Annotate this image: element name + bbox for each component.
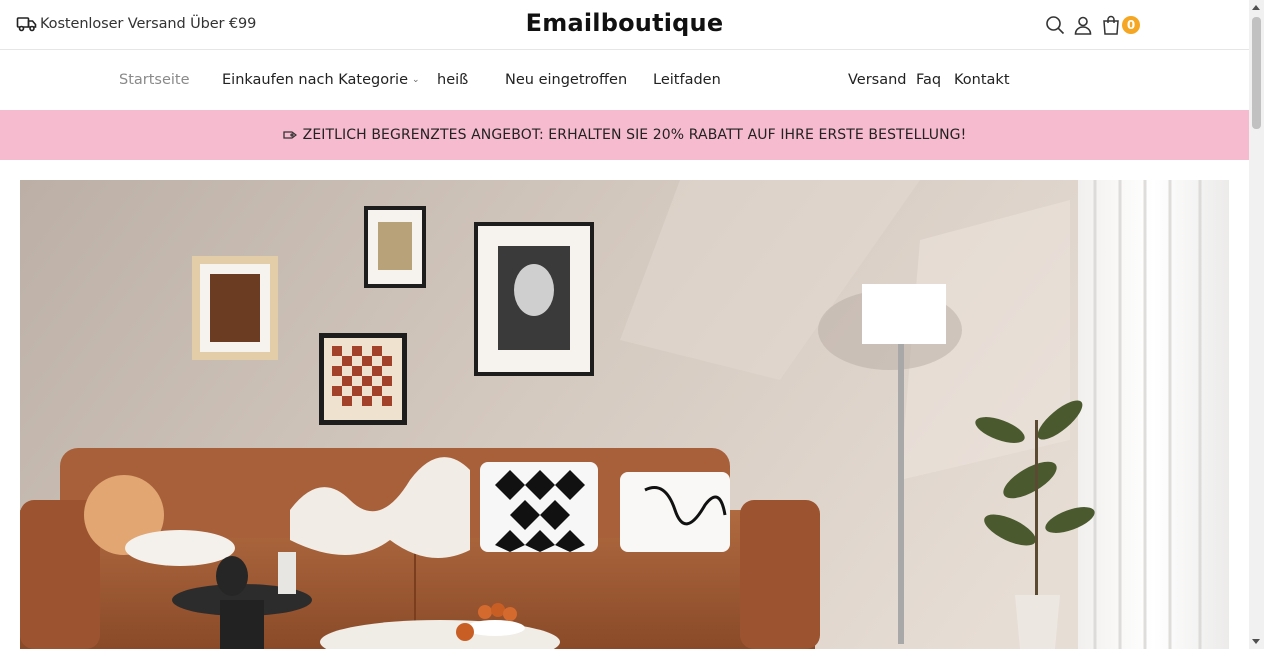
scroll-up-icon[interactable]: [1252, 5, 1260, 10]
promo-text: ZEITLICH BEGRENZTES ANGEBOT: ERHALTEN SI…: [302, 127, 967, 143]
scroll-down-icon[interactable]: [1252, 639, 1260, 644]
nav-shop-by-category-label: Einkaufen nach Kategorie: [222, 72, 409, 88]
nav-faq[interactable]: Faq: [916, 72, 941, 88]
nav-new-arrivals[interactable]: Neu eingetroffen: [505, 72, 627, 88]
chevron-down-icon: ⌄: [412, 75, 420, 85]
top-bar: Kostenloser Versand Über €99 Emailboutiq…: [0, 0, 1249, 50]
hero-banner[interactable]: [20, 180, 1229, 649]
header-tools: 0: [1044, 14, 1140, 36]
cart-count-badge[interactable]: 0: [1122, 16, 1140, 34]
bag-icon[interactable]: [1100, 14, 1122, 36]
nav-home[interactable]: Startseite: [119, 72, 190, 88]
promo-banner[interactable]: ZEITLICH BEGRENZTES ANGEBOT: ERHALTEN SI…: [0, 110, 1249, 160]
nav-guide[interactable]: Leitfaden: [653, 72, 721, 88]
search-icon[interactable]: [1044, 14, 1066, 36]
main-navigation: Startseite Einkaufen nach Kategorie ⌄ hei…: [0, 51, 1249, 109]
scrollbar-thumb[interactable]: [1252, 17, 1261, 129]
nav-shipping[interactable]: Versand: [848, 72, 907, 88]
user-icon[interactable]: [1072, 14, 1094, 36]
page-scrollbar[interactable]: [1249, 0, 1264, 649]
nav-contact[interactable]: Kontakt: [954, 72, 1010, 88]
tag-icon: [282, 126, 297, 145]
nav-hot[interactable]: heiß: [437, 72, 468, 88]
nav-shop-by-category[interactable]: Einkaufen nach Kategorie ⌄: [222, 72, 420, 88]
hero-image: [20, 180, 1229, 649]
